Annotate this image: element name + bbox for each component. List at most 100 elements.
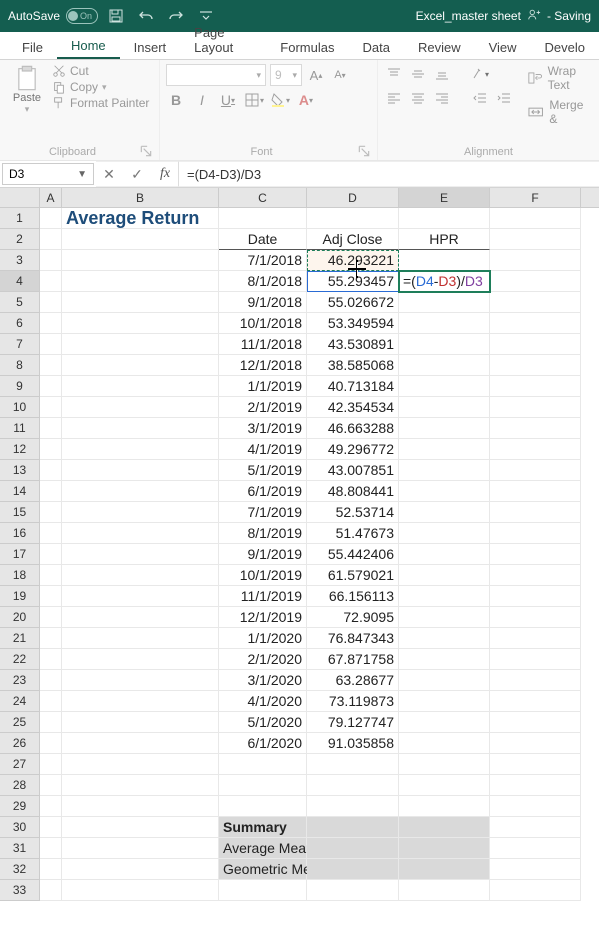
cell-E6[interactable] [399,313,490,334]
row-header-1[interactable]: 1 [0,208,40,229]
cell-A7[interactable] [40,334,62,355]
cell-D13[interactable]: 43.007851 [307,460,399,481]
cell-F11[interactable] [490,418,581,439]
decrease-font-icon[interactable]: A▾ [330,65,350,85]
tab-developer[interactable]: Develo [531,35,599,59]
row-header-33[interactable]: 33 [0,880,40,901]
cell-C32[interactable]: Geometric Mean Return [219,859,307,880]
tab-data[interactable]: Data [348,35,403,59]
cell-E32[interactable] [399,859,490,880]
row-header-32[interactable]: 32 [0,859,40,880]
cell-B28[interactable] [62,775,219,796]
tab-file[interactable]: File [8,35,57,59]
cell-D16[interactable]: 51.47673 [307,523,399,544]
cell-E18[interactable] [399,565,490,586]
cell-E28[interactable] [399,775,490,796]
cell-A23[interactable] [40,670,62,691]
cell-B16[interactable] [62,523,219,544]
cell-B17[interactable] [62,544,219,565]
cut-button[interactable]: Cut [52,64,149,78]
cell-D4[interactable]: 55.293457 [307,271,399,292]
cell-F2[interactable] [490,229,581,250]
tab-insert[interactable]: Insert [120,35,181,59]
cell-A9[interactable] [40,376,62,397]
enter-formula-icon[interactable]: ✓ [128,166,146,183]
align-right-icon[interactable] [432,88,452,108]
cell-E8[interactable] [399,355,490,376]
cell-A26[interactable] [40,733,62,754]
cell-D5[interactable]: 55.026672 [307,292,399,313]
cell-C9[interactable]: 1/1/2019 [219,376,307,397]
italic-button[interactable]: I [192,90,212,110]
cell-A32[interactable] [40,859,62,880]
cell-A8[interactable] [40,355,62,376]
row-header-6[interactable]: 6 [0,313,40,334]
cell-D11[interactable]: 46.663288 [307,418,399,439]
cell-E14[interactable] [399,481,490,502]
cell-E26[interactable] [399,733,490,754]
cell-E5[interactable] [399,292,490,313]
col-header-E[interactable]: E [399,188,490,207]
cell-D24[interactable]: 73.119873 [307,691,399,712]
cell-B20[interactable] [62,607,219,628]
cell-F9[interactable] [490,376,581,397]
row-header-16[interactable]: 16 [0,523,40,544]
cell-E33[interactable] [399,880,490,901]
cell-C13[interactable]: 5/1/2019 [219,460,307,481]
cell-F6[interactable] [490,313,581,334]
merge-center-button[interactable]: Merge & [528,98,593,126]
format-painter-button[interactable]: Format Painter [52,96,149,110]
cell-D20[interactable]: 72.9095 [307,607,399,628]
cell-A15[interactable] [40,502,62,523]
cell-B11[interactable] [62,418,219,439]
row-header-12[interactable]: 12 [0,439,40,460]
font-name-select[interactable]: ▾ [166,64,266,86]
row-header-28[interactable]: 28 [0,775,40,796]
cell-E22[interactable] [399,649,490,670]
row-header-29[interactable]: 29 [0,796,40,817]
row-header-18[interactable]: 18 [0,565,40,586]
cell-F17[interactable] [490,544,581,565]
cell-B19[interactable] [62,586,219,607]
underline-button[interactable]: U▾ [218,90,238,110]
row-header-9[interactable]: 9 [0,376,40,397]
cell-C21[interactable]: 1/1/2020 [219,628,307,649]
row-header-15[interactable]: 15 [0,502,40,523]
tab-page-layout[interactable]: Page Layout [180,20,266,59]
cell-D31[interactable] [307,838,399,859]
cell-F32[interactable] [490,859,581,880]
cell-C26[interactable]: 6/1/2020 [219,733,307,754]
cell-B25[interactable] [62,712,219,733]
row-header-31[interactable]: 31 [0,838,40,859]
cell-B21[interactable] [62,628,219,649]
cell-C17[interactable]: 9/1/2019 [219,544,307,565]
cell-B14[interactable] [62,481,219,502]
cell-C27[interactable] [219,754,307,775]
cell-D28[interactable] [307,775,399,796]
cell-E31[interactable] [399,838,490,859]
save-icon[interactable] [104,4,128,28]
cell-C24[interactable]: 4/1/2020 [219,691,307,712]
cell-F29[interactable] [490,796,581,817]
cell-A18[interactable] [40,565,62,586]
cell-F30[interactable] [490,817,581,838]
cell-C3[interactable]: 7/1/2018 [219,250,307,271]
row-header-7[interactable]: 7 [0,334,40,355]
borders-icon[interactable]: ▾ [244,90,264,110]
cell-A19[interactable] [40,586,62,607]
cell-E30[interactable] [399,817,490,838]
cell-D10[interactable]: 42.354534 [307,397,399,418]
cell-C4[interactable]: 8/1/2018 [219,271,307,292]
cell-D22[interactable]: 67.871758 [307,649,399,670]
row-header-27[interactable]: 27 [0,754,40,775]
select-all-corner[interactable] [0,188,40,207]
cell-D25[interactable]: 79.127747 [307,712,399,733]
cell-D9[interactable]: 40.713184 [307,376,399,397]
cell-B10[interactable] [62,397,219,418]
cell-C25[interactable]: 5/1/2020 [219,712,307,733]
row-header-17[interactable]: 17 [0,544,40,565]
cell-A11[interactable] [40,418,62,439]
cell-F16[interactable] [490,523,581,544]
cell-D2[interactable]: Adj Close [307,229,399,250]
cell-E17[interactable] [399,544,490,565]
